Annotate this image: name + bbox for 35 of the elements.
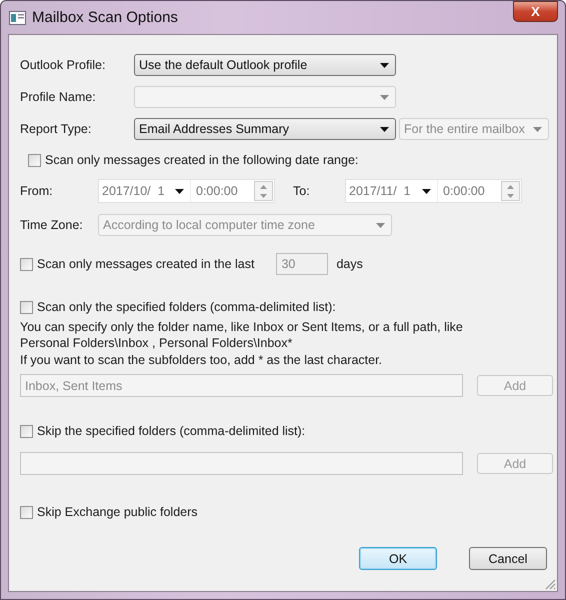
report-type-dropdown[interactable]: Email Addresses Summary [134, 118, 396, 140]
profile-dropdown[interactable]: Use the default Outlook profile [134, 54, 396, 76]
checkbox[interactable] [28, 154, 41, 166]
field-label: Outlook Profile: [20, 58, 106, 72]
checkbox-label: Skip the specified folders (comma-delimited list): [37, 424, 306, 438]
field-label: Time Zone: [20, 218, 84, 232]
checkbox-label: Skip Exchange public folders [37, 505, 198, 519]
checkbox[interactable] [20, 424, 33, 438]
dialog-button[interactable]: Cancel [469, 547, 547, 570]
help-text: You can specify only the folder name, like Inbox or Sent Items, or a full path, like Personal Folders\Inbox , Personal Folders\Inbox* [20, 319, 464, 351]
window-icon [9, 10, 26, 24]
unit-label: days [336, 257, 363, 271]
help-text: If you want to scan the subfolders too, add * as the last character. [20, 352, 384, 368]
resize-grip-icon [544, 578, 556, 590]
field-label: To: [292, 184, 311, 198]
close-button[interactable]: X [513, 1, 558, 22]
field-label: Report Type: [20, 122, 92, 136]
checkbox[interactable] [20, 258, 33, 270]
checkbox[interactable] [20, 506, 33, 518]
caret-icon [380, 94, 389, 100]
caret-icon [533, 126, 542, 132]
dialog-button[interactable]: OK [359, 547, 437, 570]
window-title: Mailbox Scan Options [32, 9, 179, 26]
folders-field[interactable]: Inbox, Sent Items [20, 374, 463, 397]
checkbox[interactable] [20, 300, 33, 314]
caret-icon [380, 126, 389, 132]
days-field[interactable]: 30 [276, 253, 328, 275]
checkbox-label: Scan only messages created in the following date range: [45, 153, 358, 167]
caret-icon [376, 222, 385, 228]
caret-icon [380, 62, 389, 68]
checkbox-label: Scan only the specified folders (comma-delimited list): [37, 300, 336, 314]
skip-folders-field[interactable] [20, 452, 463, 475]
field-label: Profile Name: [20, 90, 97, 104]
checkbox-label: Scan only messages created in the last [37, 257, 254, 271]
field-label: From: [20, 184, 54, 198]
